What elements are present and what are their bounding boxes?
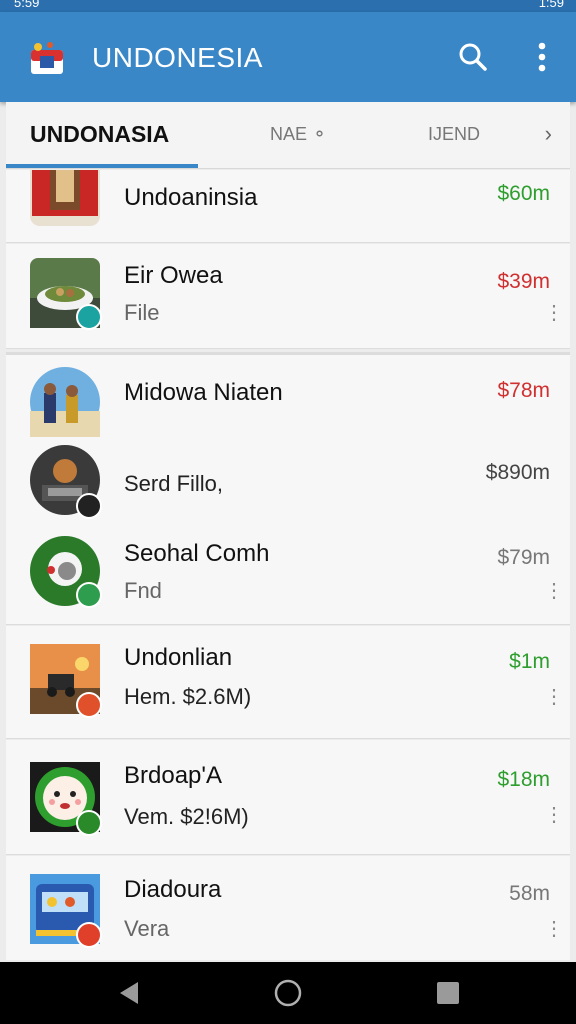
status-time: 5:59 xyxy=(14,0,40,10)
item-price-secondary: $890m xyxy=(485,461,550,484)
item-subtitle: File xyxy=(124,300,160,325)
item-title: Seohal Comh xyxy=(124,540,270,567)
app-bar: UNDONESIA xyxy=(0,12,576,102)
status-badge xyxy=(76,493,102,519)
tab-nae[interactable]: NAE ⚬ xyxy=(270,102,327,166)
nav-back-icon[interactable] xyxy=(112,976,146,1010)
list-item[interactable]: Diadoura Vera 58m ⋮ xyxy=(6,856,570,960)
status-badge xyxy=(76,810,102,836)
list-item[interactable]: Eir Owea File $39m ⋮ xyxy=(6,244,570,349)
status-badge xyxy=(76,922,102,948)
item-subtitle: Hem. $2.6M) xyxy=(124,684,252,709)
search-icon[interactable] xyxy=(456,40,490,74)
item-price: $79m xyxy=(497,546,550,569)
item-title: Eir Owea xyxy=(124,262,223,289)
list-item[interactable]: Undoaninsia $60m xyxy=(6,170,570,243)
tab-undonasia[interactable]: UNDONASIA xyxy=(30,102,169,166)
flag-logo-icon xyxy=(31,42,63,74)
list-item[interactable]: Seohal Comh Fnd $79m ⋮ xyxy=(6,522,570,625)
nav-recents-icon[interactable] xyxy=(431,976,465,1010)
chevron-right-icon[interactable]: › xyxy=(545,102,552,166)
system-nav-bar xyxy=(0,962,576,1024)
tab-indicator xyxy=(6,164,198,168)
item-thumbnail xyxy=(30,367,100,437)
item-subtitle: Vera xyxy=(124,916,170,941)
list-item[interactable]: Midowa Niaten Serd Fillo, $78m $890m xyxy=(6,352,570,524)
status-clock: 1:59 xyxy=(538,0,564,10)
overflow-menu-icon[interactable]: ⋮ xyxy=(544,805,564,825)
item-list: Undoaninsia $60m Eir Owea File $39m ⋮ Mi… xyxy=(6,170,570,960)
list-item[interactable]: Brdoap'A Vem. $2!6M) $18m ⋮ xyxy=(6,740,570,855)
item-price: 58m xyxy=(509,882,550,905)
overflow-menu-icon[interactable]: ⋮ xyxy=(544,581,564,601)
item-price: $39m xyxy=(497,270,550,293)
nav-home-icon[interactable] xyxy=(271,976,305,1010)
app-title: UNDONESIA xyxy=(92,42,263,73)
overflow-menu-icon[interactable]: ⋮ xyxy=(544,919,564,939)
item-price: $18m xyxy=(497,768,550,791)
tab-ijend[interactable]: IJEND xyxy=(428,102,480,166)
item-title: Undoaninsia xyxy=(124,184,258,211)
item-subtitle: Vem. $2!6M) xyxy=(124,804,249,829)
tab-bar: UNDONASIA NAE ⚬ IJEND › xyxy=(6,102,570,169)
more-vert-icon[interactable] xyxy=(528,40,556,74)
item-price: $78m xyxy=(497,379,550,402)
status-badge xyxy=(76,304,102,330)
item-title: Brdoap'A xyxy=(124,762,222,789)
item-price: $60m xyxy=(497,182,550,205)
status-badge xyxy=(76,692,102,718)
item-subtitle: Fnd xyxy=(124,578,162,603)
item-price: $1m xyxy=(509,650,550,673)
overflow-menu-icon[interactable]: ⋮ xyxy=(544,303,564,323)
status-badge xyxy=(76,582,102,608)
item-title: Diadoura xyxy=(124,876,222,903)
item-title: Midowa Niaten xyxy=(124,379,283,406)
overflow-menu-icon[interactable]: ⋮ xyxy=(544,687,564,707)
item-title: Undonlian xyxy=(124,644,233,671)
item-thumbnail xyxy=(30,170,100,226)
status-bar: 5:59 1:59 xyxy=(0,0,576,12)
list-item[interactable]: Undonlian Hem. $2.6M) $1m ⋮ xyxy=(6,626,570,739)
item-subtitle: Serd Fillo, xyxy=(124,471,224,496)
